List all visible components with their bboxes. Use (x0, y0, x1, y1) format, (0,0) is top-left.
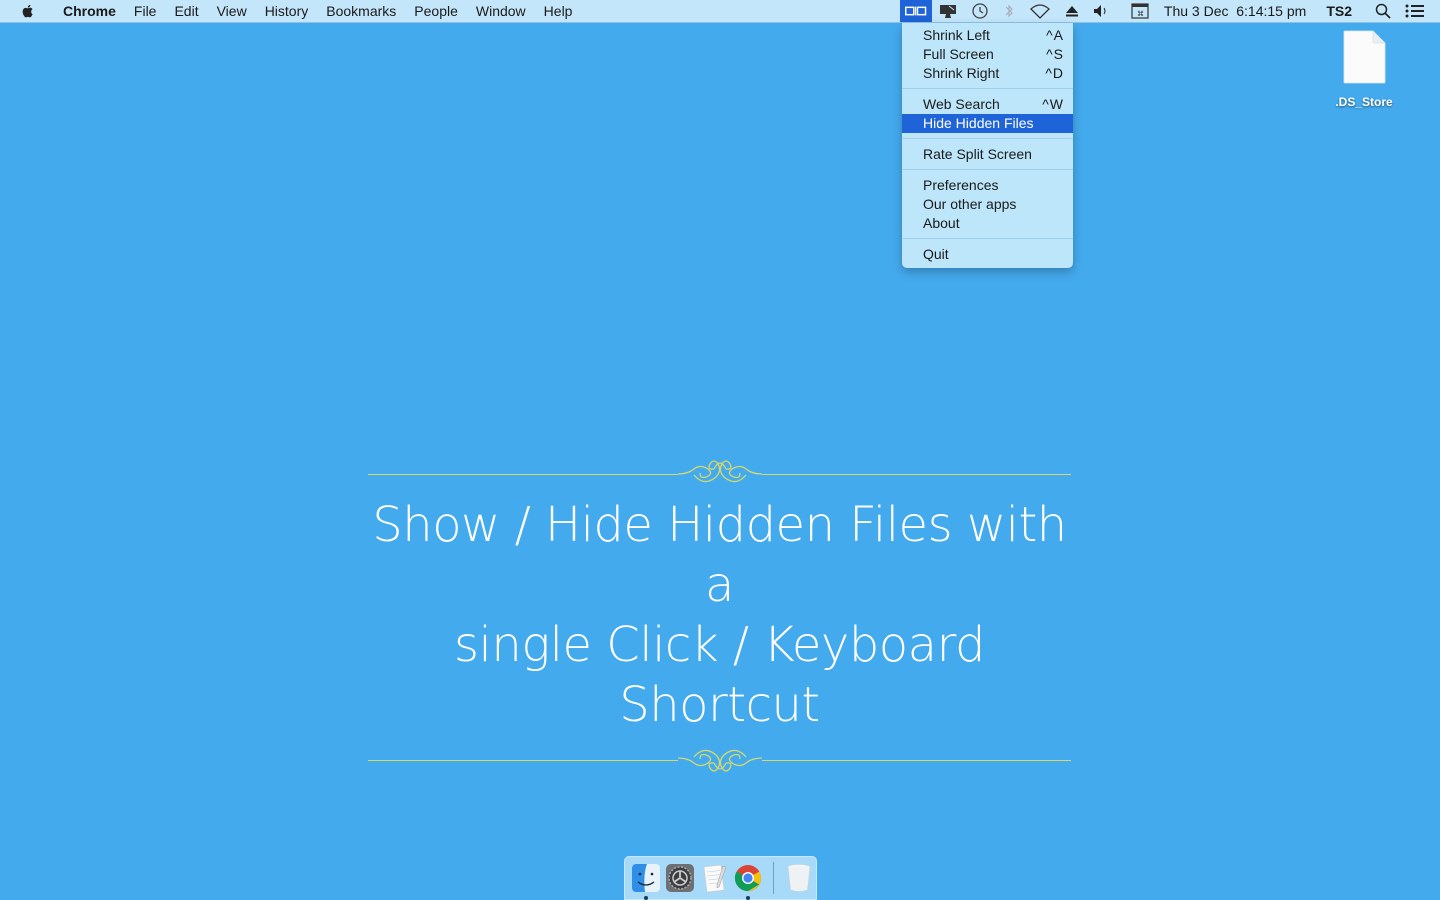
menu-separator (902, 138, 1073, 139)
split-screen-icon[interactable] (899, 0, 932, 22)
menu-help[interactable]: Help (535, 0, 582, 22)
trash-icon (787, 864, 811, 892)
menu-item-hide-hidden-files[interactable]: Hide Hidden Files (902, 114, 1073, 133)
dock (624, 856, 817, 900)
clock[interactable]: Thu 3 Dec 6:14:15 pm (1156, 3, 1314, 19)
menu-edit[interactable]: Edit (165, 0, 207, 22)
dock-app-system-preferences[interactable] (664, 862, 696, 894)
shortcut-label: ^A (1046, 27, 1064, 43)
notification-center-icon[interactable] (1398, 0, 1432, 22)
desktop-file-label: .DS_Store (1335, 95, 1393, 109)
menu-item-full-screen[interactable]: Full Screen ^S (902, 45, 1073, 64)
user-name[interactable]: TS2 (1318, 3, 1360, 19)
wifi-icon[interactable] (1022, 0, 1058, 22)
running-indicator (746, 896, 750, 900)
menu-view[interactable]: View (208, 0, 256, 22)
apple-menu-icon[interactable] (20, 3, 36, 19)
dock-app-chrome[interactable] (732, 862, 764, 900)
shortcut-label: ^W (1042, 96, 1064, 112)
eject-icon[interactable] (1058, 0, 1086, 22)
search-icon[interactable] (1368, 0, 1398, 22)
menu-file[interactable]: File (125, 0, 166, 22)
keyboard-input-icon[interactable]: ⌘ (1124, 0, 1156, 22)
headline-line-2: single Click / Keyboard Shortcut (454, 617, 985, 733)
menu-item-label: Shrink Left (923, 27, 990, 43)
bottom-ornament (368, 741, 1071, 781)
menu-separator (902, 169, 1073, 170)
menu-item-label: Our other apps (923, 196, 1017, 212)
menu-item-label: Hide Hidden Files (923, 115, 1034, 131)
menu-people[interactable]: People (405, 0, 467, 22)
menu-item-quit[interactable]: Quit (902, 245, 1073, 264)
shortcut-label: ^S (1046, 46, 1064, 62)
menu-item-label: Full Screen (923, 46, 994, 62)
menu-window[interactable]: Window (467, 0, 535, 22)
textedit-icon (703, 864, 727, 893)
top-ornament (368, 455, 1071, 495)
menu-bar: Chrome File Edit View History Bookmarks … (0, 0, 1440, 23)
menu-item-preferences[interactable]: Preferences (902, 176, 1073, 195)
dock-trash[interactable] (783, 862, 815, 894)
menu-item-shrink-left[interactable]: Shrink Left ^A (902, 26, 1073, 45)
split-screen-menu: Shrink Left ^A Full Screen ^S Shrink Rig… (902, 23, 1073, 268)
menu-bookmarks[interactable]: Bookmarks (317, 0, 405, 22)
document-icon (1343, 30, 1386, 84)
time-machine-icon[interactable] (964, 0, 996, 22)
menu-item-label: Shrink Right (923, 65, 1000, 81)
running-indicator (644, 896, 648, 900)
menu-item-label: Rate Split Screen (923, 146, 1032, 162)
finder-icon (632, 864, 660, 892)
display-icon[interactable] (932, 0, 964, 22)
desktop-file-ds-store[interactable]: .DS_Store (1326, 30, 1402, 109)
flourish-ornament-icon (677, 455, 762, 491)
shortcut-label: ^D (1045, 65, 1064, 81)
headline-line-1: Show / Hide Hidden Files with a (372, 497, 1067, 613)
menu-item-label: Quit (923, 246, 949, 262)
menu-item-rate-split-screen[interactable]: Rate Split Screen (902, 145, 1073, 164)
dock-app-finder[interactable] (630, 862, 662, 900)
menu-item-our-other-apps[interactable]: Our other apps (902, 195, 1073, 214)
flourish-ornament-icon (677, 741, 762, 777)
menu-history[interactable]: History (256, 0, 318, 22)
system-preferences-icon (666, 864, 694, 892)
svg-text:⌘: ⌘ (1137, 10, 1144, 18)
status-area: ⌘ Thu 3 Dec 6:14:15 pm TS2 (899, 0, 1440, 22)
app-menu-chrome[interactable]: Chrome (54, 0, 125, 22)
menu-item-label: About (923, 215, 960, 231)
menu-item-about[interactable]: About (902, 214, 1073, 233)
dock-separator (773, 862, 774, 894)
menu-item-label: Web Search (923, 96, 1000, 112)
menu-separator (902, 238, 1073, 239)
bluetooth-icon[interactable] (996, 0, 1022, 22)
menu-item-web-search[interactable]: Web Search ^W (902, 95, 1073, 114)
menu-item-label: Preferences (923, 177, 999, 193)
chrome-icon (734, 865, 762, 892)
dock-app-textedit[interactable] (698, 862, 730, 894)
volume-icon[interactable] (1086, 0, 1116, 22)
menu-separator (902, 88, 1073, 89)
menu-item-shrink-right[interactable]: Shrink Right ^D (902, 64, 1073, 83)
promo-banner: Show / Hide Hidden Files with a single C… (368, 455, 1071, 781)
